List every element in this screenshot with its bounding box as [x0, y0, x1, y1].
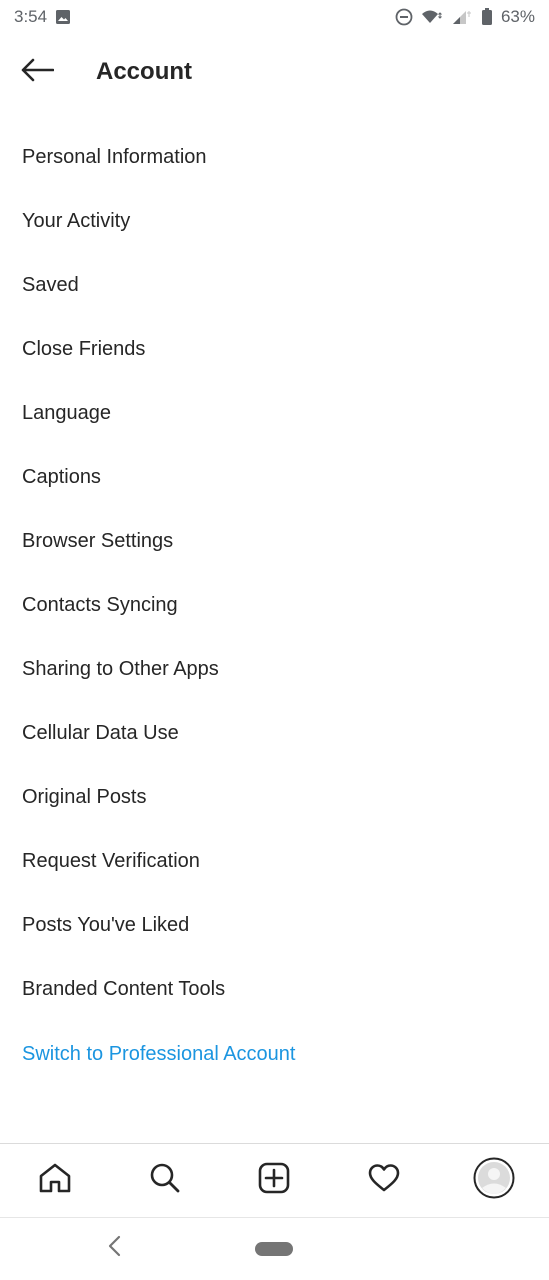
home-icon — [38, 1162, 72, 1199]
nav-profile-button[interactable] — [464, 1151, 524, 1211]
system-navigation-bar — [0, 1217, 549, 1280]
battery-icon — [481, 8, 493, 26]
bottom-nav — [0, 1143, 549, 1217]
dnd-icon — [395, 8, 413, 26]
status-right: 63% — [395, 7, 535, 27]
image-icon — [55, 9, 71, 25]
profile-avatar-icon — [473, 1157, 515, 1204]
add-post-icon — [258, 1162, 290, 1199]
menu-item-saved[interactable]: Saved — [0, 253, 549, 317]
system-back-icon — [106, 1235, 122, 1262]
menu-item-posts-youve-liked[interactable]: Posts You've Liked — [0, 893, 549, 957]
heart-icon — [367, 1163, 401, 1198]
nav-home-button[interactable] — [25, 1151, 85, 1211]
app-header: Account — [0, 34, 549, 110]
status-bar: 3:54 63% — [0, 0, 549, 34]
menu-item-browser-settings[interactable]: Browser Settings — [0, 509, 549, 573]
system-home-pill[interactable] — [255, 1242, 293, 1256]
menu-item-original-posts[interactable]: Original Posts — [0, 765, 549, 829]
page-title: Account — [96, 58, 192, 85]
menu-item-sharing-to-other-apps[interactable]: Sharing to Other Apps — [0, 637, 549, 701]
back-button[interactable] — [18, 56, 56, 88]
menu-item-cellular-data-use[interactable]: Cellular Data Use — [0, 701, 549, 765]
system-back-button[interactable] — [100, 1234, 128, 1262]
nav-activity-button[interactable] — [354, 1151, 414, 1211]
menu-item-personal-information[interactable]: Personal Information — [0, 125, 549, 189]
nav-search-button[interactable] — [135, 1151, 195, 1211]
status-time: 3:54 — [14, 7, 48, 26]
arrow-left-icon — [20, 58, 55, 87]
menu-item-close-friends[interactable]: Close Friends — [0, 317, 549, 381]
account-settings-list: Personal Information Your Activity Saved… — [0, 125, 549, 1087]
menu-item-branded-content-tools[interactable]: Branded Content Tools — [0, 957, 549, 1021]
status-left: 3:54 — [14, 7, 71, 27]
switch-to-professional-link[interactable]: Switch to Professional Account — [0, 1021, 549, 1087]
menu-item-language[interactable]: Language — [0, 381, 549, 445]
search-icon — [149, 1162, 181, 1199]
signal-icon — [451, 9, 473, 25]
battery-percent: 63% — [500, 7, 535, 26]
menu-item-your-activity[interactable]: Your Activity — [0, 189, 549, 253]
nav-add-post-button[interactable] — [244, 1151, 304, 1211]
menu-item-contacts-syncing[interactable]: Contacts Syncing — [0, 573, 549, 637]
menu-item-captions[interactable]: Captions — [0, 445, 549, 509]
menu-item-request-verification[interactable]: Request Verification — [0, 829, 549, 893]
wifi-icon — [421, 9, 443, 25]
